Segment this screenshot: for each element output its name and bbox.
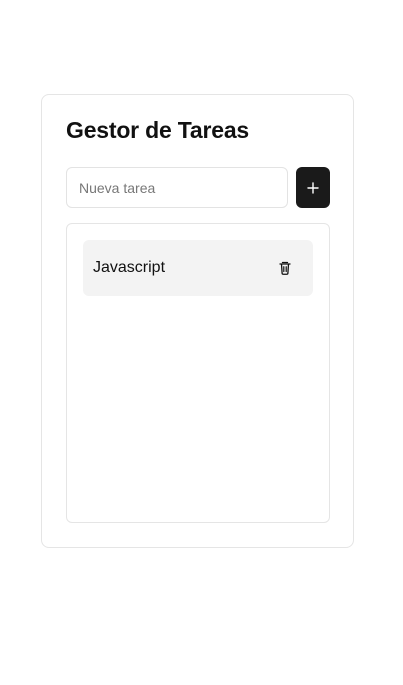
task-list: Javascript <box>66 223 330 523</box>
page-title: Gestor de Tareas <box>66 117 250 143</box>
trash-icon <box>277 260 293 276</box>
delete-task-button[interactable] <box>275 258 295 278</box>
add-task-button[interactable] <box>296 167 330 208</box>
new-task-form <box>66 167 330 208</box>
new-task-input[interactable] <box>66 167 288 208</box>
task-list-item: Javascript <box>83 240 313 296</box>
task-manager-card: Gestor de Tareas Javascript <box>41 94 354 548</box>
task-label: Javascript <box>93 259 166 276</box>
plus-icon <box>307 181 319 194</box>
